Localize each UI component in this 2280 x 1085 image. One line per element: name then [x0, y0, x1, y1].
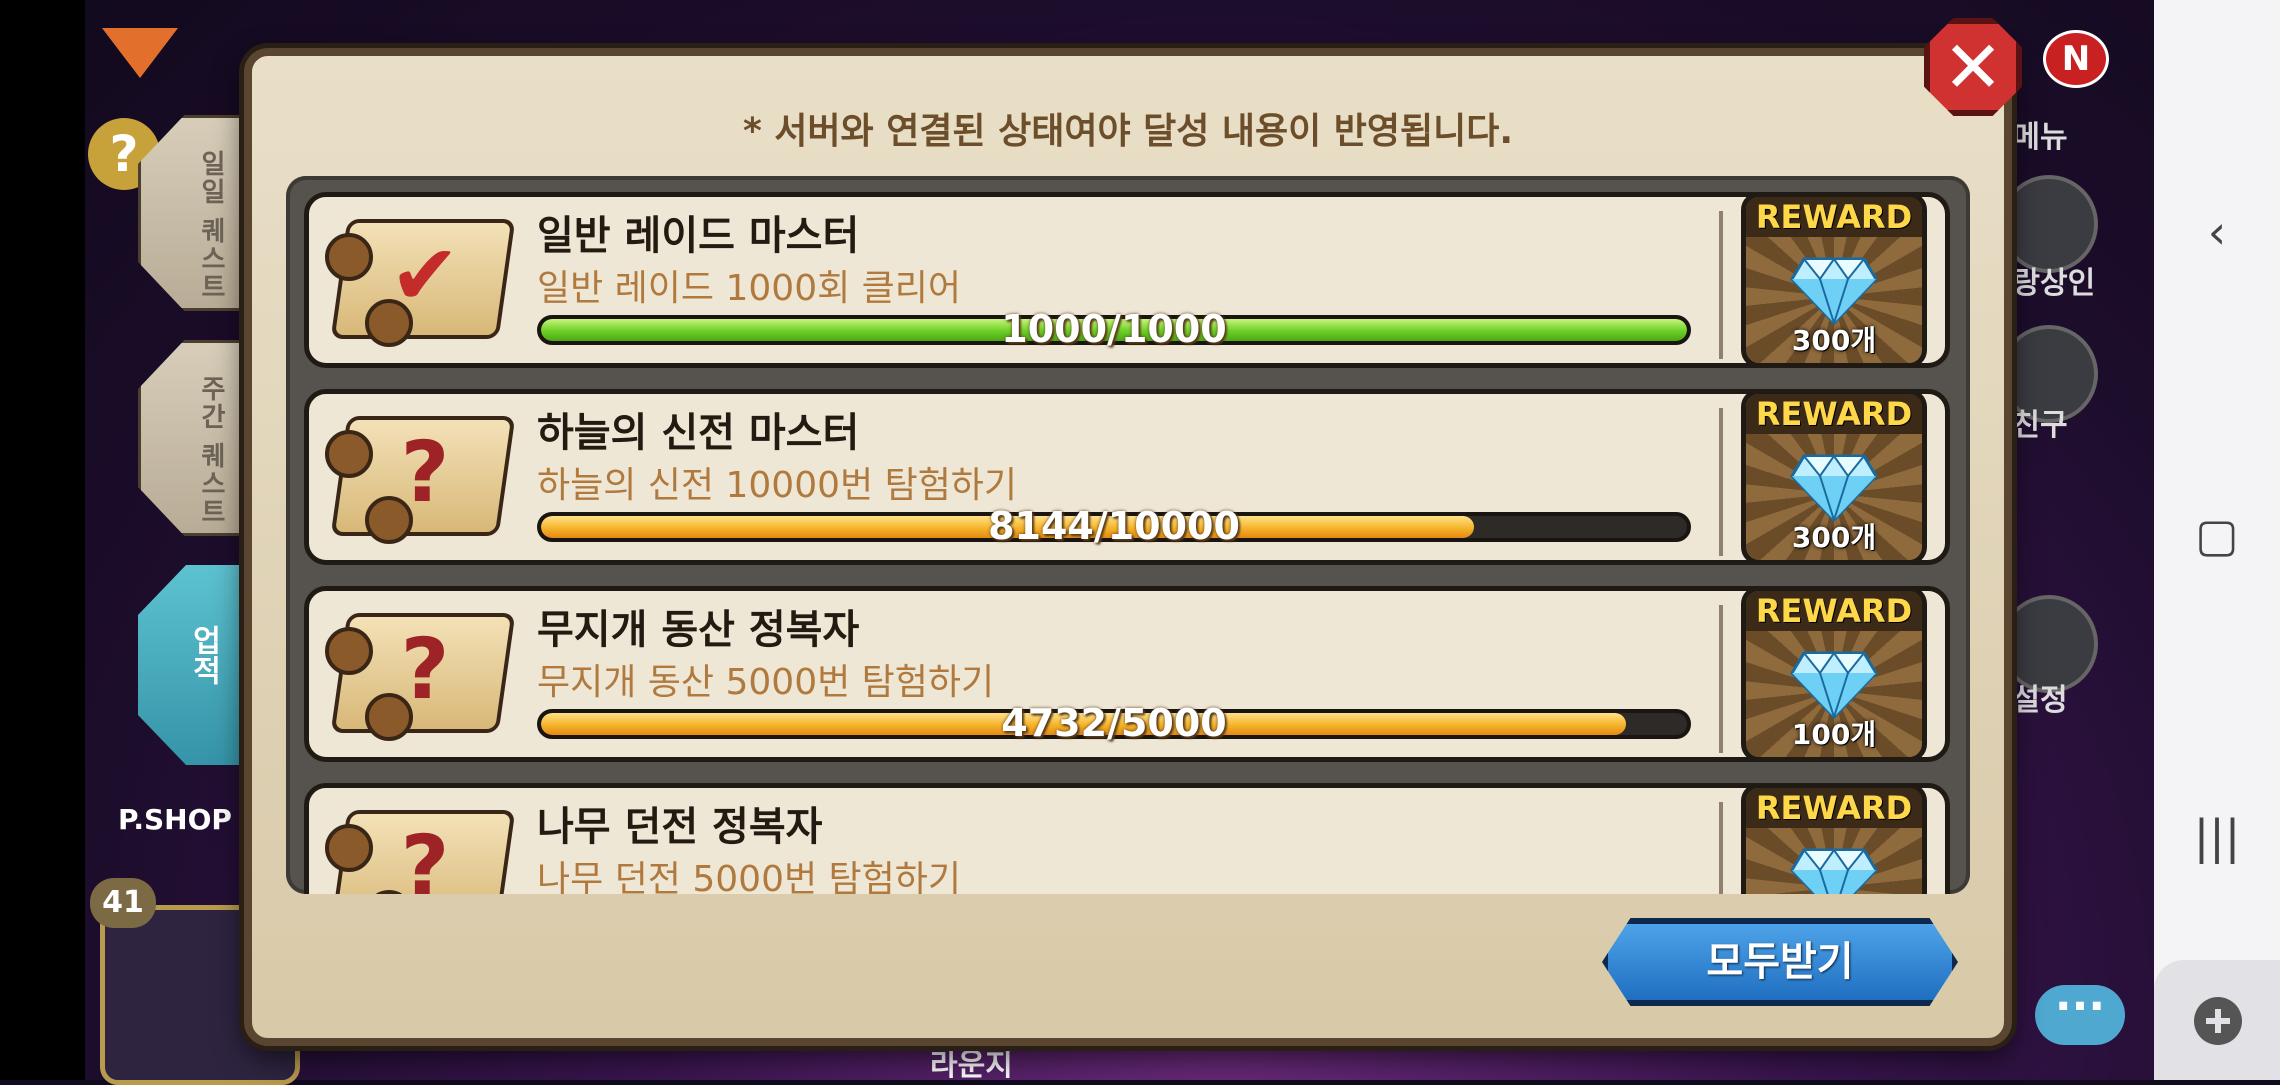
- reward-box[interactable]: REWARD: [1741, 783, 1927, 894]
- achievement-row: ? 나무 던전 정복자 나무 던전 5000번 탐험하기 REWARD: [304, 783, 1950, 894]
- achievement-row: ✔ 일반 레이드 마스터 일반 레이드 1000회 클리어 1000/1000 …: [304, 192, 1950, 368]
- close-icon[interactable]: ✕: [1924, 18, 2022, 116]
- achievement-description: 하늘의 신전 10000번 탐험하기: [537, 465, 1018, 506]
- row-divider: [1719, 605, 1723, 753]
- reward-label: REWARD: [1746, 394, 1922, 434]
- row-divider: [1719, 211, 1723, 359]
- diamond-icon: [1790, 848, 1878, 894]
- system-nav-bar: ‹ ▢ |||: [2154, 0, 2280, 1080]
- achievement-description: 무지개 동산 5000번 탐험하기: [537, 662, 995, 703]
- reward-amount: 100개: [1791, 718, 1877, 751]
- player-level-badge: 41: [90, 878, 156, 928]
- achievement-row: ? 무지개 동산 정복자 무지개 동산 5000번 탐험하기 4732/5000…: [304, 586, 1950, 762]
- scroll-question-icon: ?: [325, 804, 516, 894]
- reward-amount: 300개: [1791, 521, 1877, 554]
- reward-label: REWARD: [1746, 197, 1922, 237]
- diamond-icon: [1790, 454, 1878, 522]
- progress-text: 1000/1000: [1001, 307, 1227, 351]
- row-divider: [1719, 408, 1723, 556]
- reward-label: REWARD: [1746, 591, 1922, 631]
- pshop-label[interactable]: P.SHOP: [118, 803, 232, 836]
- scroll-check-icon: ✔: [325, 213, 516, 347]
- row-divider: [1719, 802, 1723, 894]
- screen-left-edge: [0, 0, 85, 1080]
- scroll-question-icon: ?: [325, 607, 516, 741]
- server-notice: * 서버와 연결된 상태여야 달성 내용이 반영됩니다.: [742, 111, 1514, 152]
- claim-all-button[interactable]: 모두받기: [1602, 918, 1958, 1006]
- diamond-icon: [1790, 651, 1878, 719]
- achievement-description: 일반 레이드 1000회 클리어: [537, 268, 962, 309]
- gamepad-icon: [2194, 997, 2242, 1045]
- achievement-row: ? 하늘의 신전 마스터 하늘의 신전 10000번 탐험하기 8144/100…: [304, 389, 1950, 565]
- home-icon[interactable]: ▢: [2154, 508, 2280, 562]
- achievement-title: 일반 레이드 마스터: [537, 213, 860, 259]
- achievement-title: 하늘의 신전 마스터: [537, 410, 860, 456]
- lounge-label[interactable]: 라운지: [930, 1040, 1013, 1084]
- recents-icon[interactable]: |||: [2154, 810, 2280, 864]
- diamond-icon: [1790, 257, 1878, 325]
- scroll-question-icon: ?: [325, 410, 516, 544]
- reward-label: REWARD: [1746, 788, 1922, 828]
- new-badge: N: [2043, 30, 2109, 88]
- reward-box[interactable]: REWARD 300개: [1741, 389, 1927, 565]
- achievement-description: 나무 던전 5000번 탐험하기: [537, 859, 962, 894]
- achievement-title: 무지개 동산 정복자: [537, 607, 860, 653]
- gem-currency-icon: [102, 28, 178, 78]
- tab-weekly-quest-label: 주간 퀘스트: [196, 375, 226, 527]
- chat-icon[interactable]: ···: [2035, 985, 2125, 1045]
- progress-text: 4732/5000: [1001, 701, 1227, 745]
- achievement-dialog: * 서버와 연결된 상태여야 달성 내용이 반영됩니다. ✔ 일반 레이드 마스…: [244, 48, 2012, 1046]
- reward-box[interactable]: REWARD 100개: [1741, 586, 1927, 762]
- achievement-list[interactable]: ✔ 일반 레이드 마스터 일반 레이드 1000회 클리어 1000/1000 …: [286, 176, 1970, 894]
- reward-box[interactable]: REWARD 300개: [1741, 192, 1927, 368]
- tab-daily-quest-label: 일일 퀘스트: [196, 150, 226, 302]
- achievement-title: 나무 던전 정복자: [537, 804, 823, 850]
- progress-text: 8144/10000: [988, 504, 1240, 548]
- game-tools-button[interactable]: [2154, 960, 2280, 1080]
- reward-amount: 300개: [1791, 324, 1877, 357]
- tab-achievements-label: 업적: [186, 625, 221, 685]
- back-icon[interactable]: ‹: [2154, 205, 2280, 259]
